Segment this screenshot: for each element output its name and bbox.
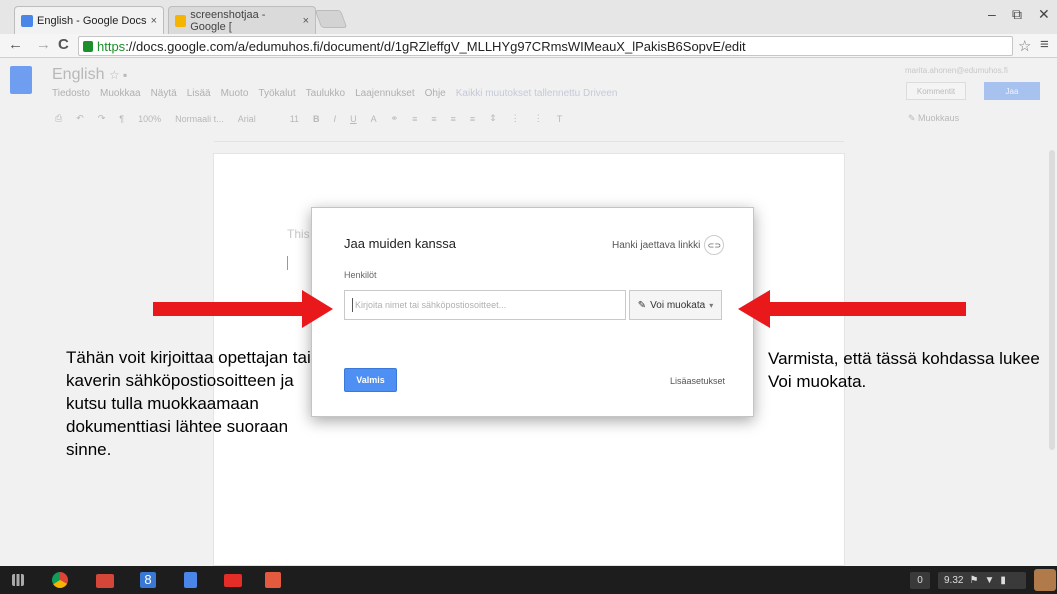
- clock-time: 9.32: [944, 575, 964, 586]
- flag-icon: ⚑: [969, 575, 979, 586]
- chrome-icon[interactable]: [52, 572, 68, 588]
- photos-icon[interactable]: [265, 572, 281, 588]
- notification-count[interactable]: 0: [910, 572, 930, 589]
- battery-icon: ▮: [1000, 575, 1006, 586]
- left-red-arrow: [153, 290, 333, 328]
- youtube-icon[interactable]: [224, 574, 242, 587]
- screen: English - Google Docs × screenshotjaa - …: [0, 0, 1057, 594]
- wifi-icon: ▼: [984, 575, 995, 586]
- right-annotation-text: Varmista, että tässä kohdassa lukee Voi …: [768, 349, 1040, 391]
- system-tray[interactable]: 9.32 ⚑ ▼ ▮: [938, 572, 1026, 589]
- google-plus-icon[interactable]: 8: [140, 572, 156, 588]
- os-taskbar: 8 0 9.32 ⚑ ▼ ▮: [0, 566, 1057, 594]
- left-annotation-text: Tähän voit kirjoittaa opettajan tai kave…: [66, 348, 311, 459]
- launcher-icon[interactable]: [12, 574, 24, 586]
- avatar[interactable]: [1034, 569, 1056, 591]
- annotation-arrows: [153, 290, 966, 328]
- gmail-icon[interactable]: [96, 574, 114, 588]
- right-red-arrow: [738, 290, 966, 328]
- docs-icon[interactable]: [184, 572, 197, 588]
